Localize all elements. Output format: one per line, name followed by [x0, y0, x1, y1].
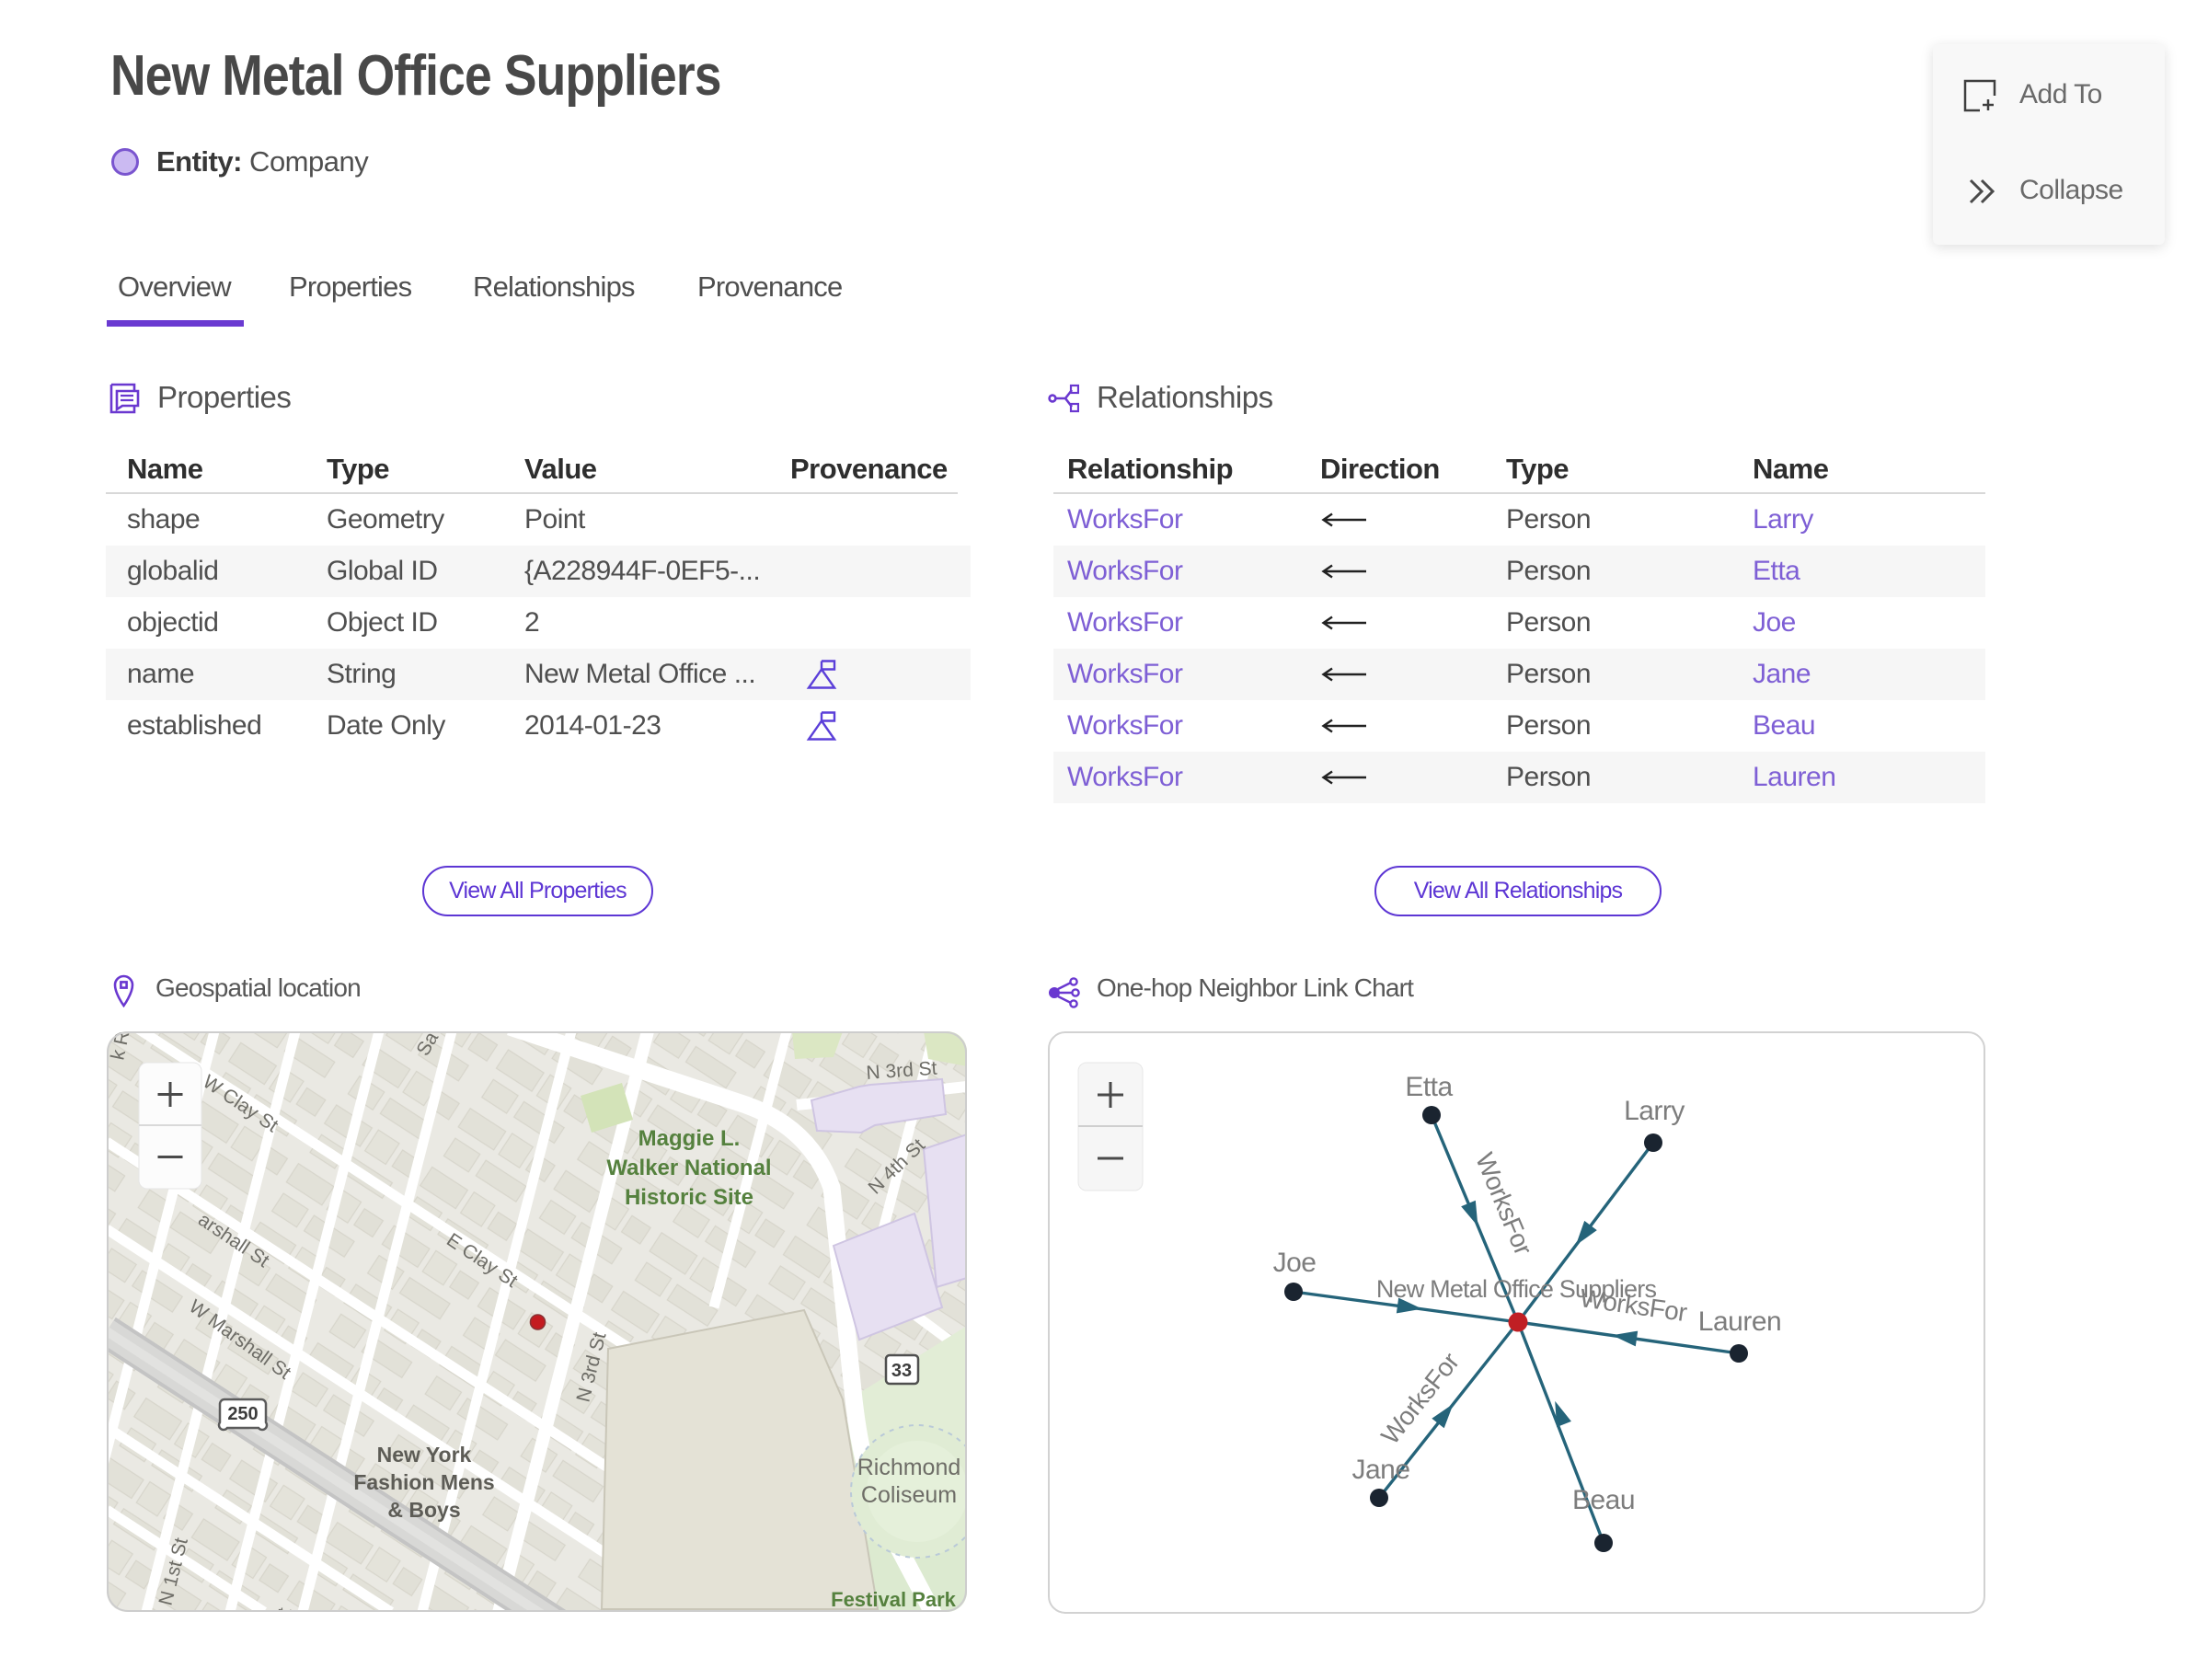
svg-text:33: 33: [891, 1361, 912, 1381]
svg-text:Joe: Joe: [1273, 1248, 1317, 1278]
svg-text:Fashion Mens: Fashion Mens: [353, 1470, 494, 1494]
svg-text:250: 250: [227, 1404, 258, 1424]
svg-text:& Boys: & Boys: [387, 1498, 460, 1522]
svg-text:Historic Site: Historic Site: [625, 1185, 753, 1210]
svg-text:Lauren: Lauren: [1698, 1306, 1781, 1337]
svg-text:New York: New York: [377, 1443, 472, 1467]
svg-text:Larry: Larry: [1624, 1096, 1685, 1126]
svg-text:Walker National: Walker National: [606, 1156, 771, 1180]
svg-text:Maggie L.: Maggie L.: [638, 1126, 741, 1151]
svg-text:Richmond: Richmond: [857, 1455, 961, 1480]
svg-text:Beau: Beau: [1572, 1485, 1635, 1515]
svg-text:Coliseum: Coliseum: [861, 1482, 957, 1508]
svg-text:Etta: Etta: [1405, 1072, 1453, 1102]
svg-text:Jane: Jane: [1351, 1455, 1409, 1485]
svg-text:Festival Park: Festival Park: [831, 1588, 957, 1611]
